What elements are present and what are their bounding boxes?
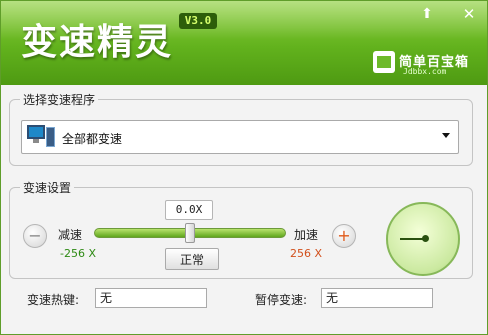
- decrease-speed-button[interactable]: −: [23, 224, 47, 248]
- minimize-button[interactable]: ⬆: [417, 5, 437, 23]
- decrease-label: 减速: [58, 228, 83, 242]
- pause-hotkey-label: 暂停变速:: [255, 293, 308, 307]
- computer-icon: [27, 125, 55, 149]
- version-badge: V3.0: [179, 13, 217, 29]
- gauge-hub: [422, 235, 429, 242]
- max-speed-value: 256 X: [290, 247, 323, 260]
- speed-hotkey-input[interactable]: 无: [95, 288, 207, 308]
- speed-slider-thumb[interactable]: [185, 223, 195, 243]
- speed-app-window: 变速精灵 V3.0 ⬆ ✕ 简单百宝箱 Jdbbx.com 选择变速程序 全部都…: [0, 0, 488, 335]
- increase-speed-button[interactable]: +: [332, 224, 356, 248]
- speed-hotkey-label: 变速热键:: [27, 293, 80, 307]
- app-title: 变速精灵: [21, 22, 174, 63]
- program-select[interactable]: 全部都变速: [21, 120, 459, 154]
- program-group-title: 选择变速程序: [20, 91, 99, 108]
- logo-box-icon: [373, 51, 395, 73]
- dropdown-arrow-icon[interactable]: [442, 133, 450, 138]
- title-bar: 变速精灵 V3.0 ⬆ ✕ 简单百宝箱 Jdbbx.com: [1, 1, 487, 85]
- speed-group-title: 变速设置: [20, 179, 75, 196]
- program-group: 选择变速程序 全部都变速: [9, 91, 473, 166]
- program-select-value: 全部都变速: [62, 132, 123, 146]
- speed-gauge-dial: [386, 202, 460, 276]
- speed-settings-group: 变速设置 − 减速 -256 X 0.0X 正常 加速 256 X +: [9, 179, 473, 279]
- pause-hotkey-input[interactable]: 无: [321, 288, 433, 308]
- brand-logo: 简单百宝箱 Jdbbx.com: [373, 51, 481, 77]
- increase-label: 加速: [294, 228, 319, 242]
- close-button[interactable]: ✕: [459, 5, 479, 23]
- current-speed-display: 0.0X: [165, 200, 213, 220]
- normal-speed-button[interactable]: 正常: [165, 248, 219, 270]
- min-speed-value: -256 X: [60, 247, 96, 260]
- logo-url: Jdbbx.com: [403, 67, 447, 76]
